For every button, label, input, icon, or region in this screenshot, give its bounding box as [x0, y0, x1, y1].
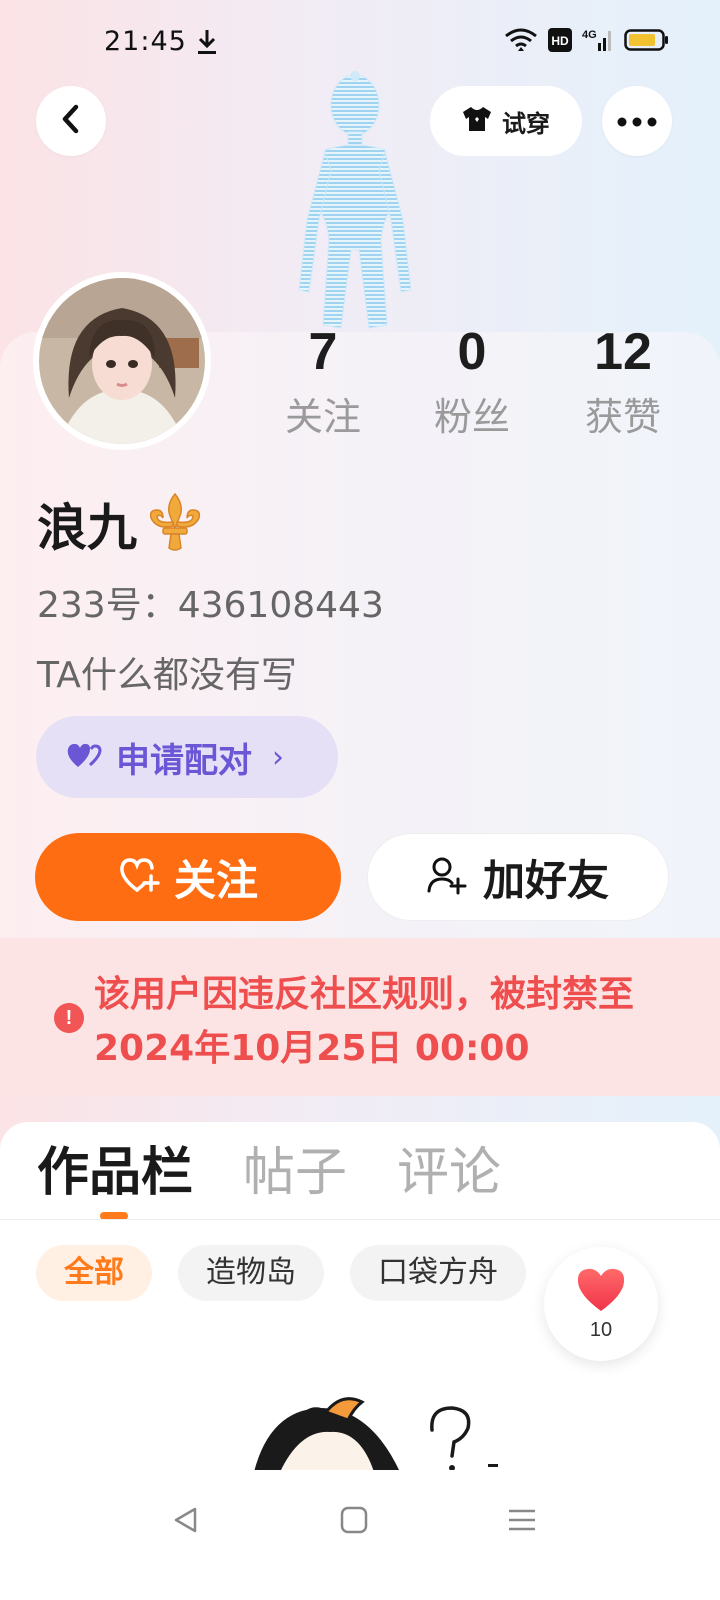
chip-all[interactable]: 全部 — [36, 1245, 152, 1301]
try-on-label: 试穿 — [502, 109, 550, 138]
stat-likes[interactable]: 12 获赞 — [563, 322, 683, 442]
hd-icon: HD — [548, 28, 572, 56]
apply-pair-button[interactable]: 申请配对 › — [36, 716, 338, 798]
like-float-button[interactable]: 10 — [544, 1247, 658, 1361]
chevron-right-icon: › — [272, 739, 284, 775]
username: 浪九 — [37, 499, 137, 557]
nav-home-icon[interactable] — [334, 1500, 374, 1540]
heart-icon — [575, 1267, 627, 1317]
stat-following[interactable]: 7 关注 — [263, 322, 383, 442]
tab-works[interactable]: 作品栏 — [37, 1142, 193, 1204]
download-icon — [196, 28, 218, 60]
tshirt-icon — [462, 105, 492, 137]
signal-icon: 4G — [582, 27, 614, 57]
stat-fans-value: 0 — [457, 323, 487, 381]
back-button[interactable] — [36, 86, 106, 156]
battery-icon — [624, 28, 670, 56]
chevron-left-icon — [59, 103, 83, 139]
add-friend-label: 加好友 — [482, 855, 609, 905]
status-time: 21:45 — [104, 26, 187, 57]
chip-pocket-ark[interactable]: 口袋方舟 — [350, 1245, 526, 1301]
wifi-icon — [504, 27, 538, 57]
ban-notice-text: 该用户因违反社区规则，被封禁至2024年10月25日 00:00 — [94, 974, 635, 1069]
heart-plus-icon — [118, 856, 160, 898]
like-count: 10 — [589, 1318, 613, 1341]
nav-back-icon[interactable] — [166, 1500, 206, 1540]
user-bio: TA什么都没有写 — [37, 655, 297, 696]
avatar-photo — [39, 278, 205, 444]
try-on-button[interactable]: 试穿 — [430, 86, 582, 156]
hd-badge-text: HD — [551, 34, 569, 48]
network-label: 4G — [582, 29, 597, 41]
filter-chips: 全部 造物岛 口袋方舟 — [36, 1245, 526, 1301]
chip-creation-island[interactable]: 造物岛 — [178, 1245, 324, 1301]
tab-comments[interactable]: 评论 — [397, 1142, 501, 1204]
more-dots-icon — [617, 112, 657, 131]
avatar[interactable] — [33, 272, 211, 450]
avatar-figure-preview[interactable] — [285, 70, 425, 340]
empty-state-illustration — [250, 1390, 510, 1472]
user-plus-icon — [427, 855, 467, 899]
stat-following-label: 关注 — [284, 395, 361, 439]
add-friend-button[interactable]: 加好友 — [367, 833, 669, 921]
stat-fans-label: 粉丝 — [433, 395, 510, 439]
profile-page: 21:45 HD 4G 试穿 7 关注 0 粉丝 12 获赞 浪九 233号：4… — [0, 0, 720, 1600]
follow-label: 关注 — [173, 855, 258, 905]
warning-icon: ! — [54, 1003, 84, 1033]
stat-following-value: 7 — [308, 323, 338, 381]
content-tabs: 作品栏 帖子 评论 — [37, 1142, 501, 1204]
tab-posts[interactable]: 帖子 — [243, 1142, 347, 1204]
user-id: 233号：436108443 — [37, 585, 384, 626]
apply-pair-label: 申请配对 — [116, 740, 252, 781]
more-button[interactable] — [602, 86, 672, 156]
follow-button[interactable]: 关注 — [35, 833, 341, 921]
stat-fans[interactable]: 0 粉丝 — [412, 322, 532, 442]
username-row: 浪九 — [37, 488, 207, 560]
stat-likes-value: 12 — [594, 323, 652, 381]
nav-menu-icon[interactable] — [502, 1500, 542, 1540]
status-icons: HD 4G — [504, 27, 670, 57]
hearts-icon — [66, 741, 102, 773]
stat-likes-label: 获赞 — [584, 395, 661, 439]
tabs-divider — [0, 1219, 720, 1220]
fleur-de-lis-icon — [143, 490, 207, 558]
